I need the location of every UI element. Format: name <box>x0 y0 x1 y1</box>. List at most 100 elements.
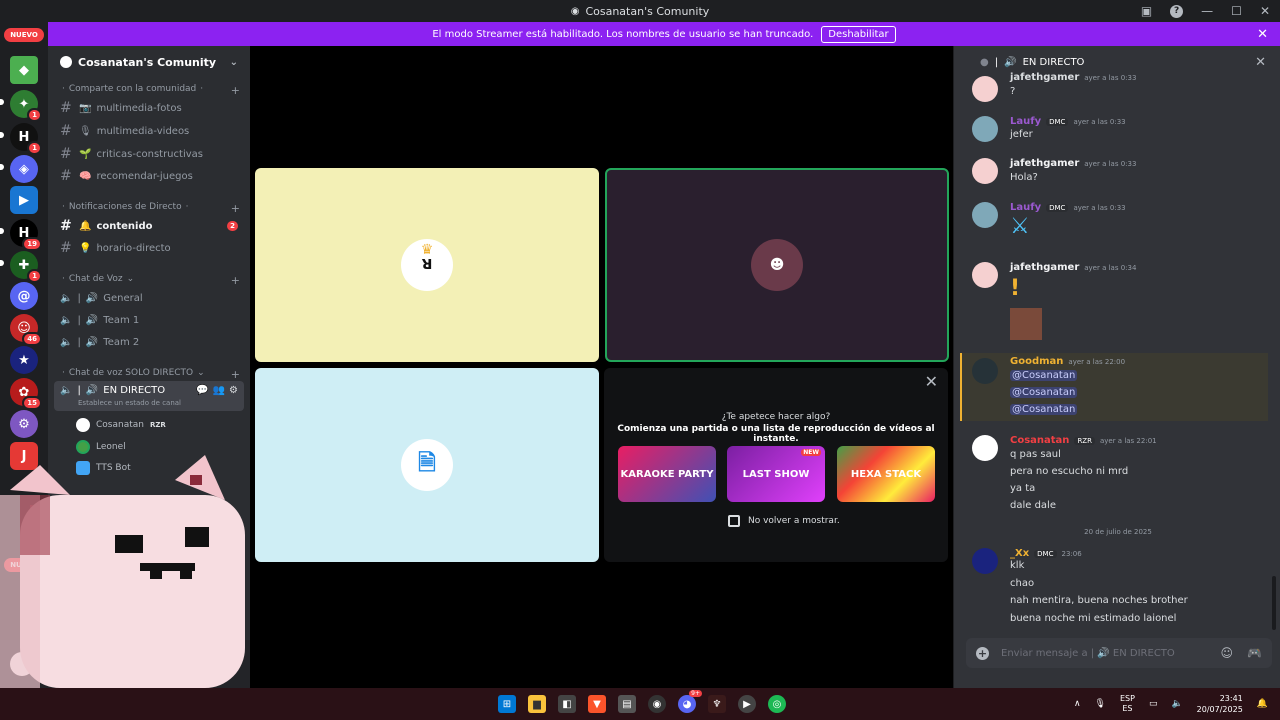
user-avatar[interactable] <box>10 652 34 676</box>
user-mention[interactable]: @Cosanatan <box>1010 387 1078 398</box>
crown-icon: ♛ <box>420 242 434 258</box>
add-channel-icon[interactable]: + <box>231 368 240 381</box>
channel-horario[interactable]: # 💡 horario-directo <box>54 238 244 258</box>
guild-header[interactable]: Cosanatan's Comunity ⌄ <box>48 46 250 78</box>
add-channel-icon[interactable]: + <box>231 202 240 215</box>
new-badge: NUEVO <box>4 28 44 42</box>
message-input[interactable]: + Enviar mensaje a | 🔊 EN DIRECTO ☺ 🎮 <box>966 638 1272 668</box>
close-window-button[interactable]: ✕ <box>1260 4 1270 18</box>
voice-user[interactable]: Cosanatan RZR <box>76 416 166 434</box>
new-tag: NEW <box>801 449 821 456</box>
notification-bell-icon[interactable]: 🔔 <box>1257 699 1268 709</box>
activity-hexa-stack[interactable]: HEXA STACK <box>837 446 935 502</box>
app-icon[interactable]: ◧ <box>558 695 576 713</box>
server-5[interactable]: ▶ <box>10 186 38 214</box>
discord-icon[interactable]: ◕ 9+ <box>678 690 702 713</box>
server-9[interactable]: ☺ 46 <box>10 314 42 346</box>
server-13[interactable]: J <box>10 442 38 470</box>
app-icon[interactable]: ♆ <box>708 695 726 713</box>
add-channel-icon[interactable]: + <box>231 84 240 97</box>
category-solo-directo[interactable]: · Chat de voz SOLO DIRECTO ⌄ + <box>62 368 240 381</box>
avatar[interactable] <box>972 435 998 461</box>
avatar[interactable] <box>972 158 998 184</box>
clock[interactable]: 23:41 20/07/2025 <box>1197 693 1243 715</box>
server-3[interactable]: H1 <box>10 123 42 155</box>
add-channel-icon[interactable]: + <box>231 274 240 287</box>
voice-channel-team2[interactable]: 🔈 | 🔊 Team 2 <box>54 332 244 352</box>
category-comparte[interactable]: · Comparte con la comunidad · + <box>62 84 240 97</box>
invite-icon[interactable]: 👥 <box>213 385 225 396</box>
channel-contenido[interactable]: # 🔔 contenido 2 <box>54 216 244 236</box>
gamepad-icon[interactable]: 🎮 <box>1247 646 1262 660</box>
checkbox-box[interactable] <box>728 515 740 527</box>
close-chat-icon[interactable]: ✕ <box>1255 55 1266 70</box>
channel-criticas[interactable]: # 🌱 criticas-constructivas <box>54 144 244 164</box>
voice-channel-team1[interactable]: 🔈 | 🔊 Team 1 <box>54 310 244 330</box>
close-banner-icon[interactable]: ✕ <box>1257 27 1268 42</box>
server-8[interactable]: @ <box>10 282 38 310</box>
chat-icon[interactable]: 💬 <box>196 385 208 396</box>
media-player-icon[interactable]: ▶ <box>738 695 756 713</box>
help-icon[interactable]: ? <box>1170 4 1184 18</box>
avatar[interactable] <box>972 358 998 384</box>
camera-icon: 📷 <box>79 102 92 114</box>
gear-icon[interactable]: ⚙ <box>221 654 233 669</box>
chat-scrollbar[interactable] <box>1272 576 1276 630</box>
gear-icon[interactable]: ⚙ <box>229 385 238 396</box>
server-11[interactable]: ✿ 15 <box>10 378 42 410</box>
server-4[interactable]: ◈ <box>10 155 38 183</box>
channel-multimedia-fotos[interactable]: # 📷 multimedia-fotos <box>54 98 244 118</box>
network-icon[interactable]: ▭ <box>1149 699 1158 709</box>
channel-sidebar: Cosanatan's Comunity ⌄ · Comparte con la … <box>48 46 250 688</box>
disable-streamer-button[interactable]: Deshabilitar <box>821 25 896 43</box>
avatar[interactable] <box>972 262 998 288</box>
sticker-image[interactable] <box>1010 308 1042 340</box>
app-icon[interactable]: ▤ <box>618 695 636 713</box>
dont-show-again-checkbox[interactable]: No volver a mostrar. <box>728 515 840 527</box>
avatar[interactable] <box>972 76 998 102</box>
language-indicator[interactable]: ESP ES <box>1120 694 1135 714</box>
category-voz[interactable]: · Chat de Voz ⌄ + <box>62 274 240 287</box>
participant-tile-leonel[interactable]: ☻ <box>605 168 949 362</box>
activity-last-show[interactable]: LAST SHOW NEW <box>727 446 825 502</box>
chevron-up-icon[interactable]: ∧ <box>1074 699 1081 709</box>
voice-user[interactable]: Leonel <box>76 438 126 456</box>
unread-indicator <box>0 99 4 105</box>
speaker-icon: 🔈 <box>60 292 73 304</box>
participant-tile-tts-bot[interactable]: 🗎 <box>255 368 599 562</box>
category-notificaciones[interactable]: · Notificaciones de Directo · + <box>62 202 240 215</box>
server-10[interactable]: ★ <box>10 346 38 374</box>
server-7[interactable]: ✚ 1 <box>10 251 42 283</box>
channel-recomendar[interactable]: # 🧠 recomendar-juegos <box>54 166 244 186</box>
avatar[interactable] <box>972 202 998 228</box>
close-icon[interactable]: ✕ <box>925 372 938 391</box>
server-6[interactable]: H 19 <box>10 219 42 251</box>
avatar[interactable] <box>972 116 998 142</box>
avatar[interactable] <box>972 548 998 574</box>
server-2[interactable]: ✦ 1 <box>10 90 42 122</box>
activity-karaoke-party[interactable]: KARAOKE PARTY <box>618 446 716 502</box>
brave-icon[interactable]: ▼ <box>588 695 606 713</box>
voice-channel-en-directo[interactable]: 🔈 | 🔊 EN DIRECTO 💬 👥 ⚙ Establece un estado de c… <box>54 381 244 411</box>
user-mention[interactable]: @Cosanatan <box>1010 404 1078 415</box>
channel-multimedia-videos[interactable]: # 🎙 multimedia-videos <box>54 121 244 141</box>
file-explorer-icon[interactable]: ▆ <box>528 695 546 713</box>
minimize-button[interactable]: — <box>1201 4 1213 18</box>
volume-icon[interactable]: 🔈 <box>1171 699 1182 709</box>
user-mention[interactable]: @Cosanatan <box>1010 370 1078 381</box>
maximize-button[interactable]: ☐ <box>1231 4 1242 18</box>
spotify-icon[interactable]: ◎ <box>768 695 786 713</box>
add-attachment-icon[interactable]: + <box>976 646 989 660</box>
start-icon[interactable]: ⊞ <box>498 695 516 713</box>
obs-icon[interactable]: ◉ <box>648 695 666 713</box>
server-12[interactable]: ⚙ <box>10 410 38 438</box>
voice-user[interactable]: TTS Bot <box>76 459 131 477</box>
microphone-icon[interactable]: 🎙 <box>1095 699 1106 709</box>
emoji-icon[interactable]: ☺ <box>1221 646 1234 660</box>
chevron-down-icon: ⌄ <box>229 56 238 68</box>
server-minecraft[interactable]: ◆ <box>10 56 38 84</box>
bell-icon: 🔔 <box>79 220 92 232</box>
inbox-icon[interactable]: ▣ <box>1141 4 1152 18</box>
participant-tile-cosanatan[interactable]: ♛ ꓤ <box>255 168 599 362</box>
voice-channel-general[interactable]: 🔈 | 🔊 General <box>54 288 244 308</box>
